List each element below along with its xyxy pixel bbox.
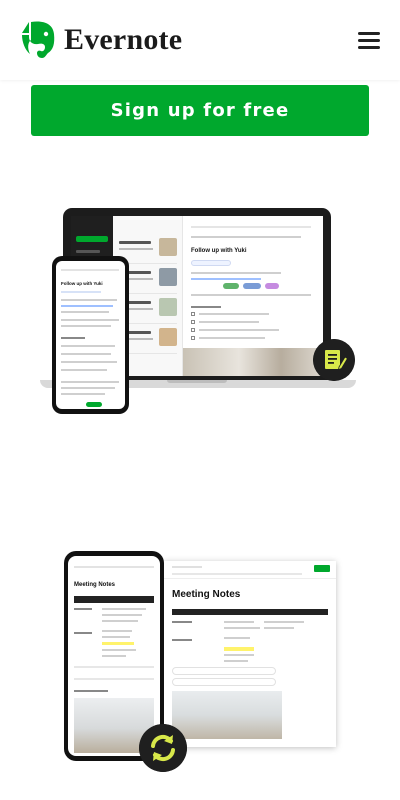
- top-bar: Evernote: [0, 0, 400, 80]
- phone-note-title: Follow up with Yuki: [61, 281, 103, 286]
- elephant-logo-icon: [22, 21, 55, 58]
- phone-table-header: [74, 596, 154, 603]
- desktop-note-illustration: Meeting Notes: [164, 561, 336, 747]
- phone-save-button: [86, 402, 102, 407]
- hamburger-menu-icon[interactable]: [356, 30, 382, 52]
- phone-doc-title: Meeting Notes: [74, 582, 116, 588]
- edit-note-icon: [313, 339, 355, 381]
- doc-room-photo: [172, 691, 282, 739]
- doc-note-title: Meeting Notes: [172, 589, 241, 600]
- phone-screen: Follow up with Yuki: [56, 261, 125, 409]
- page: Evernote Sign up for free Follow up with…: [0, 0, 400, 800]
- phone-screen: Meeting Notes: [68, 556, 160, 756]
- share-button: [314, 565, 330, 572]
- sign-up-button[interactable]: Sign up for free: [31, 85, 369, 136]
- sync-icon: [139, 724, 187, 772]
- logo-link[interactable]: Evernote: [20, 20, 182, 60]
- note-image: [183, 348, 323, 376]
- brand-name: Evernote: [64, 23, 183, 56]
- note-title: Follow up with Yuki: [191, 248, 247, 254]
- doc-table-header: [172, 609, 328, 615]
- editor-toolbar: [164, 561, 336, 579]
- phone-illustration: Follow up with Yuki: [52, 256, 129, 414]
